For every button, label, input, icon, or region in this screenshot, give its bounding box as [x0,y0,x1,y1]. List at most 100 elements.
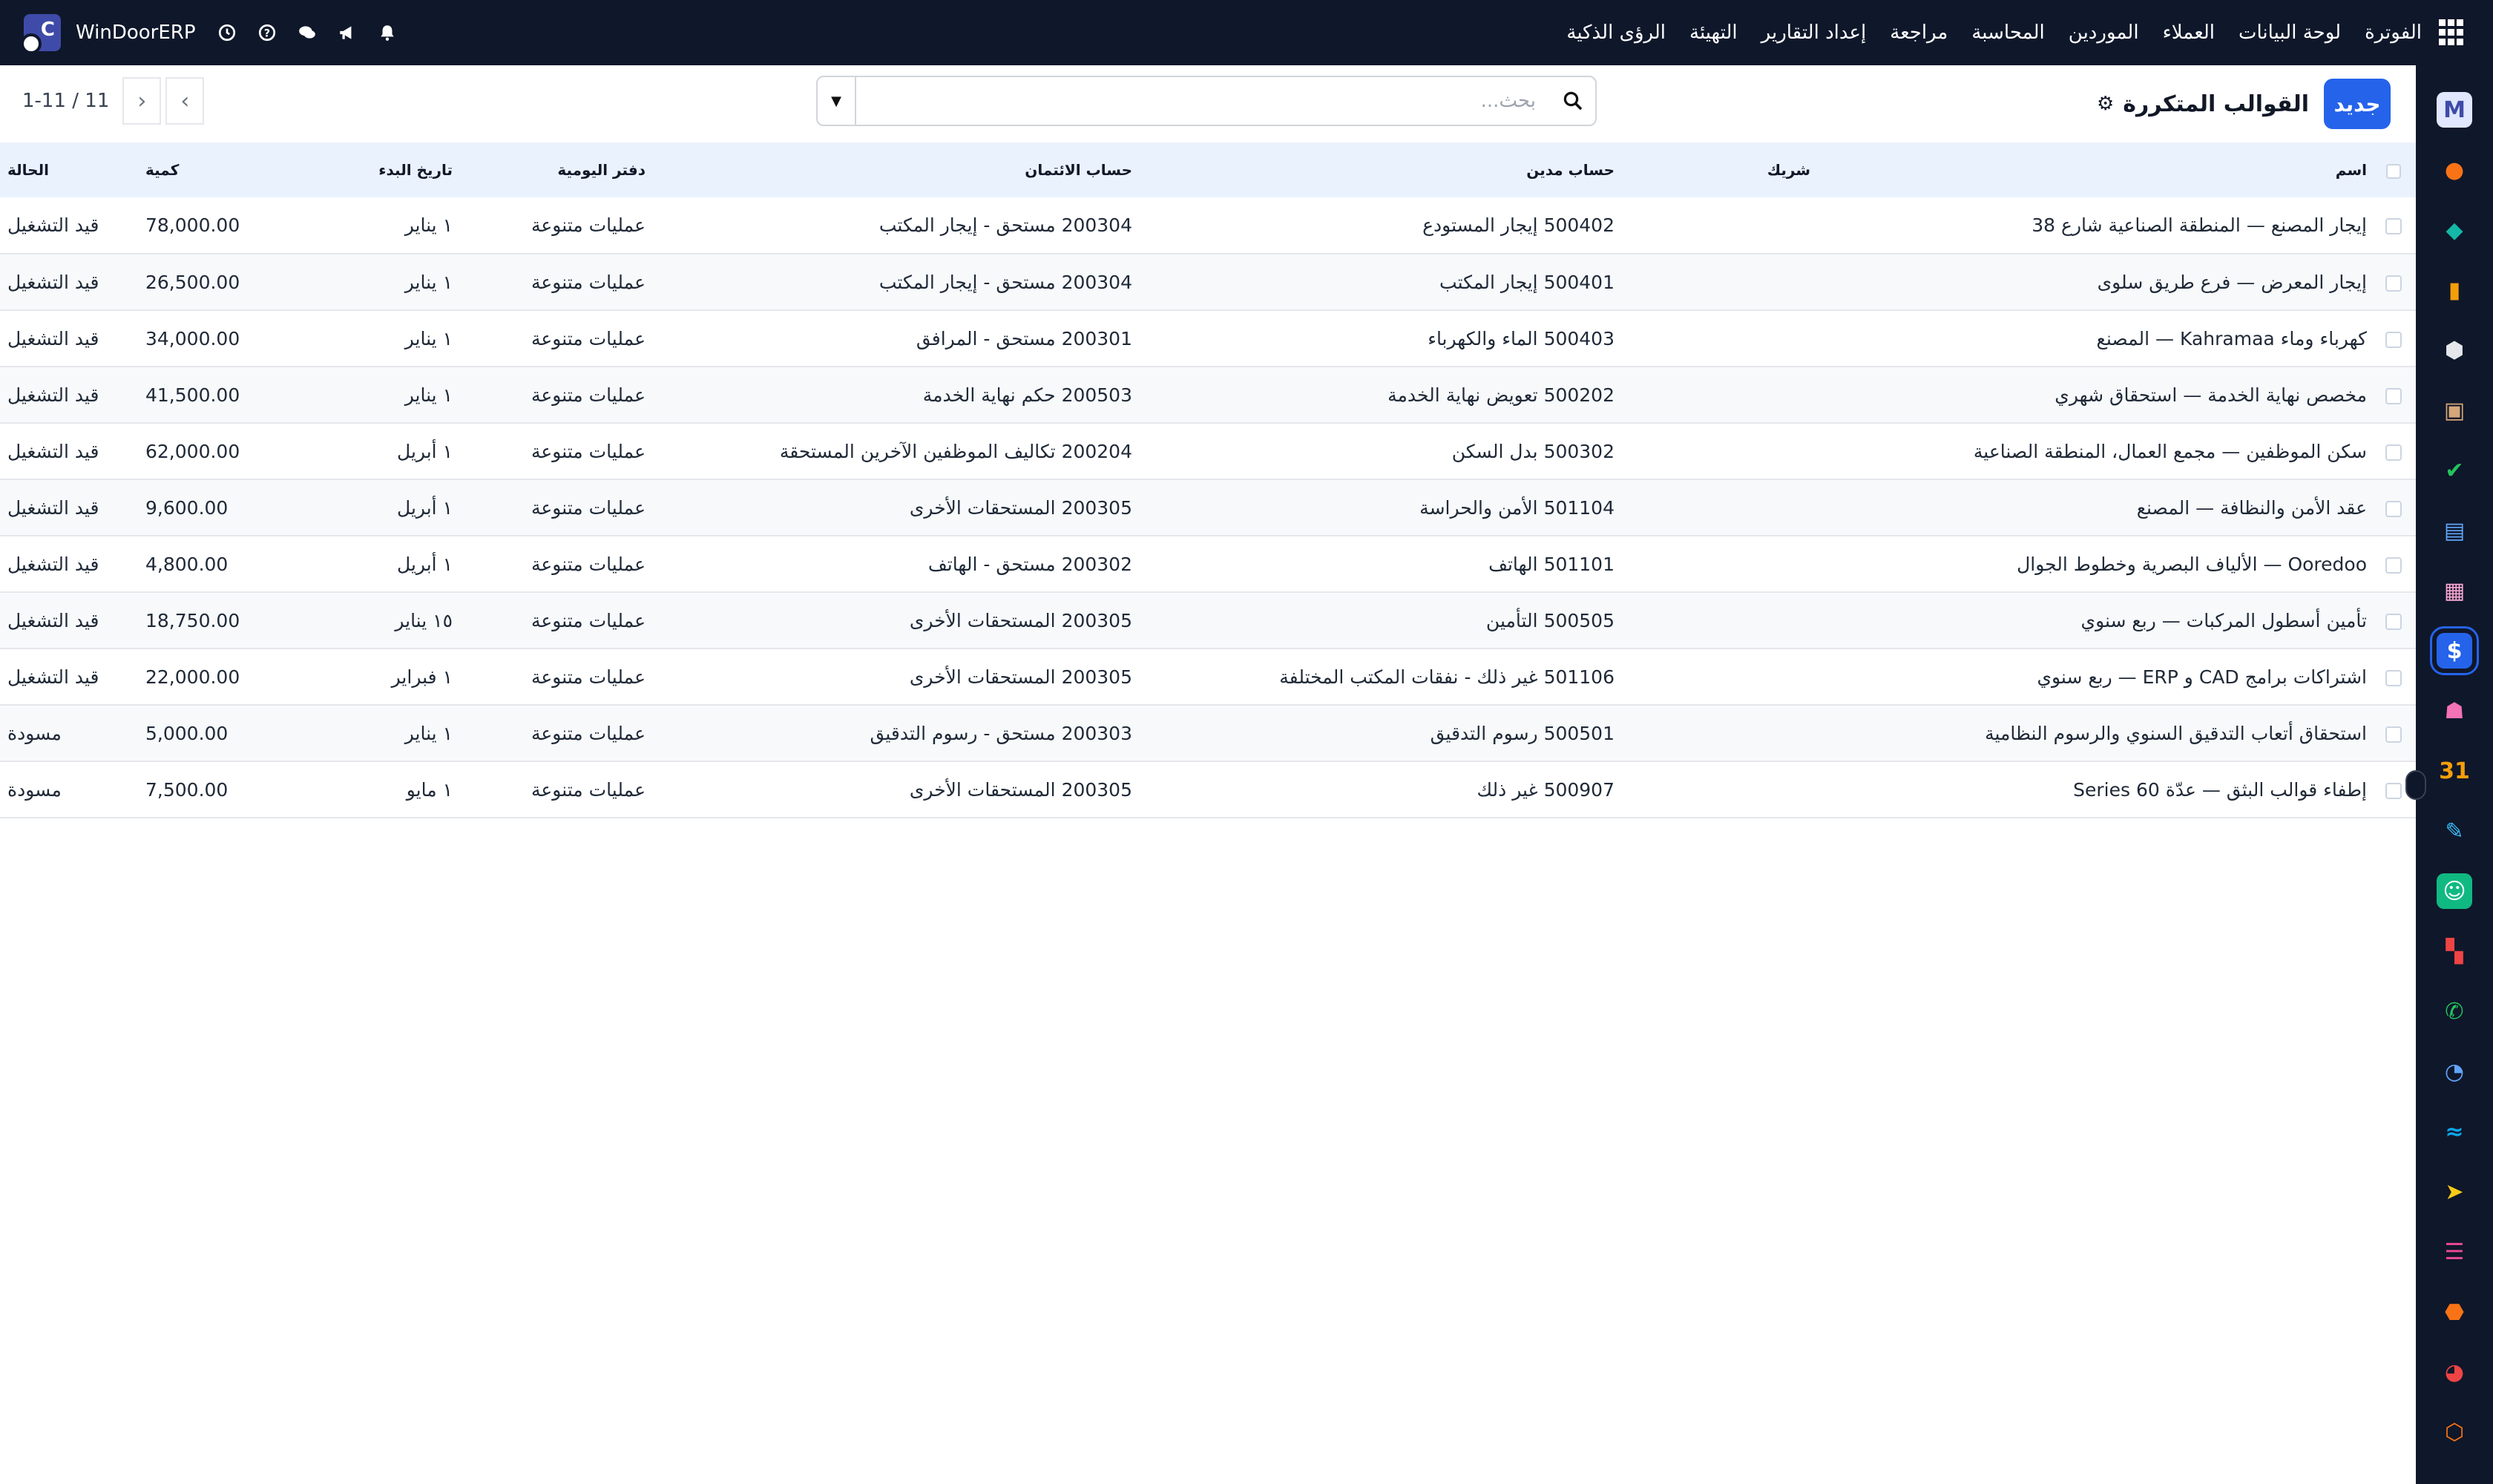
search-input[interactable]: بحث... [856,77,1551,125]
megaphone-icon[interactable] [337,23,358,42]
column-header-start-date[interactable]: تاريخ البدء [289,142,457,197]
box-app-icon[interactable]: ▦ [2437,573,2472,608]
menu-item-configuration[interactable]: التهيئة [1689,22,1738,44]
cell-start-date: ١ يناير [404,327,453,349]
table-row[interactable]: إيجار المصنع — المنطقة الصناعية شارع 38 5… [0,197,2416,254]
settings-app-icon[interactable]: ⬡ [2437,1414,2472,1450]
row-checkbox-cell[interactable] [2371,592,2416,649]
select-all-checkbox[interactable] [2386,163,2401,179]
row-checkbox[interactable] [2385,387,2402,404]
gear-icon[interactable]: ⚙ [2097,93,2114,115]
menu-item-reporting[interactable]: إعداد التقارير [1761,22,1867,44]
cell-partner [1615,705,1815,761]
search-icon[interactable] [1551,77,1595,125]
column-header-credit-account[interactable]: حساب الائتمان [650,142,1132,197]
brand-logo[interactable]: C [21,14,61,54]
layers-app-icon[interactable]: ☰ [2437,1234,2472,1270]
apps-menu-icon[interactable] [2437,19,2463,46]
check-app-icon[interactable]: ✔ [2437,453,2472,488]
mail-app-icon[interactable]: M [2437,92,2472,128]
table-row[interactable]: تأمين أسطول المركبات — ربع سنوي 500505 ال… [0,592,2416,649]
invoice-app-icon[interactable]: $ [2430,626,2479,675]
portrait-app-icon[interactable]: ▣ [2437,393,2472,428]
menu-item-invoicing[interactable]: الفوترة [2365,22,2422,44]
table-row[interactable]: مخصص نهاية الخدمة — استحقاق شهري 500202 ت… [0,367,2416,423]
table-row[interactable]: إطفاء قوالب البثق — عدّة Series 60 500907… [0,761,2416,818]
table-row[interactable]: كهرباء وماء Kahramaa — المصنع 500403 الما… [0,310,2416,367]
sign-app-icon[interactable]: ✎ [2437,813,2472,849]
row-checkbox[interactable] [2385,444,2402,461]
column-header-journal[interactable]: دفتر اليومية [457,142,650,197]
column-header-partner[interactable]: شريك [1615,142,1815,197]
cell-partner [1615,254,1815,310]
row-checkbox[interactable] [2385,556,2402,574]
row-checkbox-cell[interactable] [2371,423,2416,479]
pager-count[interactable]: 1-11 / 11 [22,90,109,112]
search-options-toggle[interactable]: ▼ [818,77,856,125]
column-header-state[interactable]: الحالة [0,142,141,197]
row-checkbox-cell[interactable] [2371,479,2416,536]
pager-next-button[interactable]: › [122,77,162,125]
row-checkbox[interactable] [2385,331,2402,348]
cell-credit-account: 200305 المستحقات الأخرى [909,609,1132,631]
table-row[interactable]: Ooredoo — الألياف البصرية وخطوط الجوال 50… [0,536,2416,592]
row-checkbox-cell[interactable] [2371,761,2416,818]
row-checkbox-cell[interactable] [2371,367,2416,423]
chat-app-icon[interactable]: ● [2437,152,2472,188]
row-checkbox[interactable] [2385,218,2402,234]
hexagon-app-icon[interactable]: ⬣ [2437,1294,2472,1330]
row-checkbox-cell[interactable] [2371,705,2416,761]
row-checkbox[interactable] [2385,500,2402,517]
column-header-amount[interactable]: كمية [141,142,289,197]
row-checkbox-cell[interactable] [2371,197,2416,254]
table-row[interactable]: عقد الأمن والنظافة — المصنع 501104 الأمن … [0,479,2416,536]
calendar-app-icon[interactable]: 31 [2437,753,2472,789]
cell-credit-account: 200305 المستحقات الأخرى [909,778,1132,801]
chart-app-icon[interactable]: ▮ [2437,272,2472,308]
menu-item-customers[interactable]: العملاء [2163,22,2215,44]
clock-icon[interactable] [217,23,237,42]
help-icon[interactable]: ? [257,23,277,42]
clock-app-icon[interactable]: ◔ [2437,1054,2472,1089]
table-row[interactable]: سكن الموظفين — مجمع العمال، المنطقة الصن… [0,423,2416,479]
row-checkbox[interactable] [2385,613,2402,630]
pager-previous-button[interactable]: ‹ [165,77,205,125]
cell-amount: 78,000.00 [145,214,240,236]
menu-item-dashboard[interactable]: لوحة البيانات [2239,22,2341,44]
menu-item-vendors[interactable]: الموردين [2069,22,2139,44]
send-app-icon[interactable]: ➤ [2437,1174,2472,1209]
row-checkbox[interactable] [2385,782,2402,799]
dashboard-app-icon[interactable]: ▚ [2437,933,2472,969]
row-checkbox-cell[interactable] [2371,310,2416,367]
row-checkbox[interactable] [2385,726,2402,743]
menu-item-review[interactable]: مراجعة [1890,22,1948,44]
cell-amount: 9,600.00 [145,496,229,519]
chat-icon[interactable] [297,23,318,42]
brand-logo-dot [21,33,42,54]
contacts-app-icon[interactable]: ☺ [2437,873,2472,909]
menu-item-smart-insights[interactable]: الرؤى الذكية [1566,22,1666,44]
shapes-app-icon[interactable]: ◆ [2437,212,2472,248]
table-row[interactable]: استحقاق أتعاب التدقيق السنوي والرسوم الن… [0,705,2416,761]
pie-app-icon[interactable]: ◕ [2437,1354,2472,1390]
row-checkbox-cell[interactable] [2371,536,2416,592]
row-checkbox-cell[interactable] [2371,649,2416,705]
table-row[interactable]: إيجار المعرض — فرع طريق سلوى 500401 إيجار… [0,254,2416,310]
select-all-checkbox-cell[interactable] [2371,142,2416,197]
new-button[interactable]: جديد [2324,79,2391,129]
brand-name[interactable]: WinDoorERP [76,22,196,44]
column-header-name[interactable]: اسم [1815,142,2371,197]
cell-amount: 62,000.00 [145,440,240,462]
row-checkbox[interactable] [2385,275,2402,292]
people-app-icon[interactable]: ☗ [2437,693,2472,729]
row-checkbox-cell[interactable] [2371,254,2416,310]
cube-app-icon[interactable]: ⬢ [2437,332,2472,368]
whatsapp-app-icon[interactable]: ✆ [2437,994,2472,1029]
wave-app-icon[interactable]: ≈ [2437,1114,2472,1149]
bell-icon[interactable] [377,23,398,42]
table-row[interactable]: اشتراكات برامج CAD و ERP — ربع سنوي 50110… [0,649,2416,705]
column-header-debit-account[interactable]: حساب مدين [1132,142,1615,197]
row-checkbox[interactable] [2385,669,2402,686]
menu-item-accounting[interactable]: المحاسبة [1971,22,2044,44]
book-app-icon[interactable]: ▤ [2437,513,2472,548]
